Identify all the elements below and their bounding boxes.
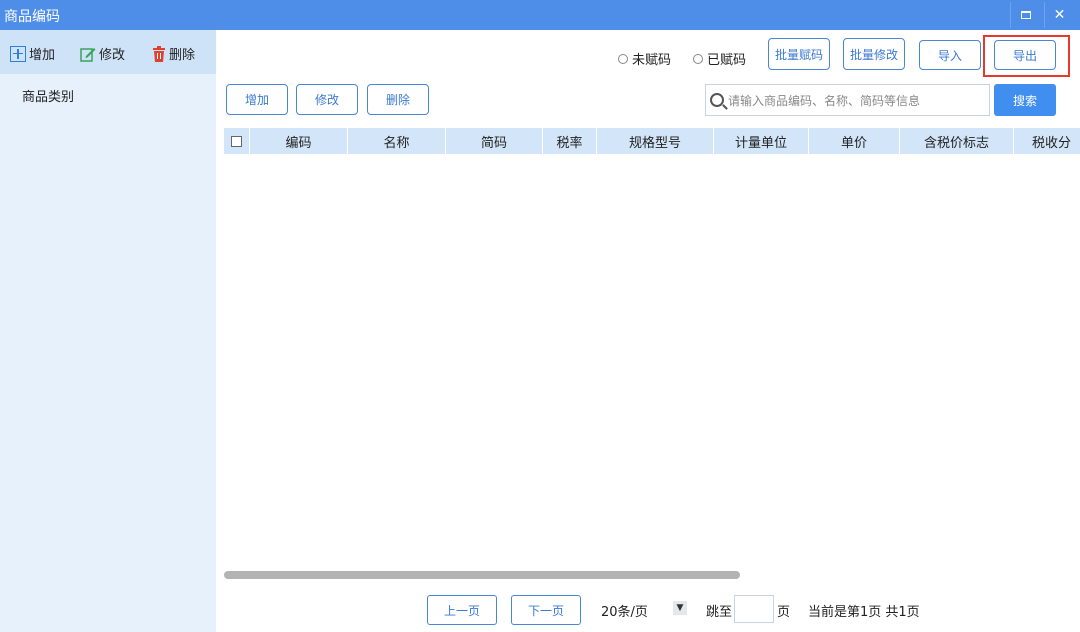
export-button[interactable]: 导出: [994, 40, 1056, 70]
page-size-value[interactable]: 20条/页: [601, 601, 648, 620]
radio-unassigned[interactable]: 未赋码: [618, 49, 671, 68]
close-icon: ✕: [1053, 7, 1066, 23]
edit-button[interactable]: 修改: [296, 84, 358, 115]
column-header[interactable]: 简码: [446, 128, 543, 154]
select-all-checkbox[interactable]: [231, 135, 242, 147]
column-header[interactable]: 计量单位: [714, 128, 809, 154]
add-button[interactable]: 增加: [226, 84, 288, 115]
search-box: [705, 84, 990, 116]
chevron-down-icon[interactable]: ▼: [673, 601, 687, 615]
sidebar-delete-button[interactable]: 删除: [152, 44, 195, 63]
radio-unassigned-label: 未赋码: [632, 53, 672, 68]
trash-icon: [153, 45, 165, 62]
sidebar-add-label: 增加: [29, 48, 56, 63]
search-icon: [710, 93, 724, 107]
radio-assigned-label: 已赋码: [707, 53, 747, 68]
import-button[interactable]: 导入: [919, 40, 981, 70]
select-all-cell: [224, 128, 250, 154]
page-unit-label: 页: [777, 605, 791, 620]
column-header[interactable]: 编码: [250, 128, 348, 154]
sidebar-edit-button[interactable]: 修改: [80, 44, 125, 63]
batch-assign-button[interactable]: 批量赋码: [768, 38, 830, 70]
main-panel: 未赋码 已赋码 批量赋码 批量修改 导入 导出 增加 修改 删除 搜索 编码 名…: [216, 30, 1080, 632]
edit-icon: [80, 47, 96, 62]
column-header[interactable]: 税率: [543, 128, 597, 154]
horizontal-scrollbar[interactable]: [224, 571, 740, 579]
sidebar-toolbar: 增加 修改 删除: [0, 30, 216, 74]
search-input[interactable]: [728, 91, 983, 111]
table-header: 编码 名称 简码 税率 规格型号 计量单位 单价 含税价标志 税收分: [224, 128, 1080, 154]
page-status: 当前是第1页 共1页: [808, 605, 920, 620]
jump-label: 跳至: [706, 605, 733, 620]
column-header[interactable]: 规格型号: [597, 128, 714, 154]
plus-square-icon: [10, 45, 26, 62]
sidebar-add-button[interactable]: 增加: [10, 44, 55, 63]
maximize-icon: [1020, 11, 1031, 19]
sidebar: 增加 修改 删除 商品类别: [0, 30, 216, 632]
delete-button[interactable]: 删除: [367, 84, 429, 115]
prev-page-button[interactable]: 上一页: [427, 595, 497, 625]
title-bar: 商品编码 ✕: [0, 0, 1080, 30]
sidebar-edit-label: 修改: [99, 48, 126, 63]
next-page-button[interactable]: 下一页: [511, 595, 581, 625]
maximize-button[interactable]: [1010, 2, 1040, 28]
sidebar-delete-label: 删除: [169, 48, 196, 63]
category-tree-root[interactable]: 商品类别: [22, 86, 74, 105]
window-title: 商品编码: [4, 9, 60, 25]
batch-edit-button[interactable]: 批量修改: [843, 38, 905, 70]
column-header[interactable]: 单价: [809, 128, 900, 154]
search-button[interactable]: 搜索: [994, 84, 1056, 116]
column-header[interactable]: 名称: [348, 128, 446, 154]
radio-assigned[interactable]: 已赋码: [693, 49, 746, 68]
radio-circle-icon: [693, 53, 703, 64]
radio-circle-icon: [618, 53, 628, 64]
column-header[interactable]: 含税价标志: [900, 128, 1014, 154]
close-button[interactable]: ✕: [1044, 2, 1074, 28]
column-header[interactable]: 税收分: [1014, 128, 1080, 154]
jump-page-input[interactable]: [734, 595, 774, 623]
